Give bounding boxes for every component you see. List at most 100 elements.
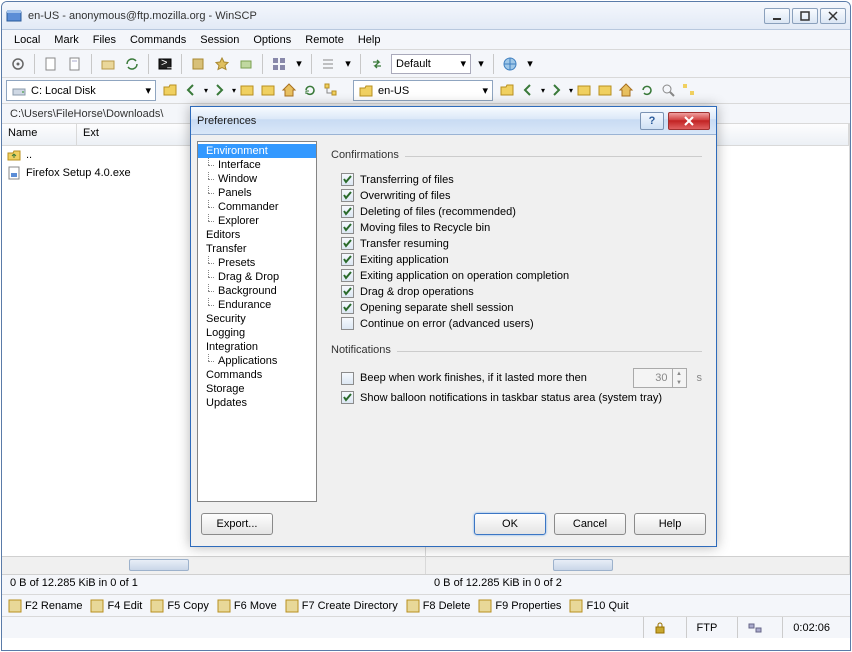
fkey-f4[interactable]: F4 Edit — [90, 599, 142, 613]
tree-editors[interactable]: Editors — [198, 228, 316, 242]
right-find-icon[interactable] — [660, 82, 678, 100]
menu-options[interactable]: Options — [247, 32, 297, 48]
confirm-checkbox[interactable] — [341, 173, 354, 186]
right-tree-icon[interactable] — [681, 82, 699, 100]
right-scrollbar[interactable] — [426, 556, 849, 574]
tree-background[interactable]: Background — [198, 284, 316, 298]
right-refresh-icon[interactable] — [639, 82, 657, 100]
fkey-f7[interactable]: F7 Create Directory — [285, 599, 398, 613]
fkey-f8[interactable]: F8 Delete — [406, 599, 471, 613]
export-button[interactable]: Export... — [201, 513, 273, 535]
confirm-checkbox[interactable] — [341, 205, 354, 218]
tb-tool1-icon[interactable] — [188, 54, 208, 74]
menu-files[interactable]: Files — [87, 32, 122, 48]
minimize-button[interactable] — [764, 8, 790, 24]
tree-integration[interactable]: Integration — [198, 340, 316, 354]
right-back-icon[interactable] — [520, 82, 538, 100]
fkey-f2[interactable]: F2 Rename — [8, 599, 82, 613]
menu-mark[interactable]: Mark — [48, 32, 84, 48]
dialog-help-button[interactable]: ? — [640, 112, 664, 130]
tree-updates[interactable]: Updates — [198, 396, 316, 410]
left-tree-icon[interactable] — [323, 82, 341, 100]
notify-checkbox[interactable] — [341, 372, 354, 385]
tree-applications[interactable]: Applications — [198, 354, 316, 368]
tree-environment[interactable]: Environment — [198, 144, 316, 158]
tb-globe-icon[interactable] — [500, 54, 520, 74]
confirm-checkbox[interactable] — [341, 301, 354, 314]
close-button[interactable] — [820, 8, 846, 24]
tb-grid1-drop[interactable]: ▾ — [293, 57, 305, 70]
right-open-icon[interactable] — [499, 82, 517, 100]
tree-transfer[interactable]: Transfer — [198, 242, 316, 256]
beep-seconds-spinner[interactable]: ▲▼ — [633, 368, 687, 388]
tree-explorer[interactable]: Explorer — [198, 214, 316, 228]
dialog-titlebar[interactable]: Preferences ? — [191, 107, 716, 135]
fkey-f6[interactable]: F6 Move — [217, 599, 277, 613]
right-folder1-icon[interactable] — [576, 82, 594, 100]
fkey-f10[interactable]: F10 Quit — [569, 599, 628, 613]
tb-transfer-icon[interactable] — [367, 54, 387, 74]
tree-panels[interactable]: Panels — [198, 186, 316, 200]
transfer-preset-drop[interactable]: ▾ — [475, 57, 487, 70]
tree-security[interactable]: Security — [198, 312, 316, 326]
tree-storage[interactable]: Storage — [198, 382, 316, 396]
help-button[interactable]: Help — [634, 513, 706, 535]
tree-logging[interactable]: Logging — [198, 326, 316, 340]
confirm-checkbox[interactable] — [341, 269, 354, 282]
right-fwd-icon[interactable] — [548, 82, 566, 100]
tree-window[interactable]: Window — [198, 172, 316, 186]
fkey-f5[interactable]: F5 Copy — [150, 599, 209, 613]
fkey-f9[interactable]: F9 Properties — [478, 599, 561, 613]
tb-globe-drop[interactable]: ▾ — [524, 57, 536, 70]
left-refresh-icon[interactable] — [302, 82, 320, 100]
left-folder2-icon[interactable] — [260, 82, 278, 100]
tree-endurance[interactable]: Endurance — [198, 298, 316, 312]
notify-checkbox[interactable] — [341, 391, 354, 404]
right-folder2-icon[interactable] — [597, 82, 615, 100]
left-folder1-icon[interactable] — [239, 82, 257, 100]
left-open-icon[interactable] — [162, 82, 180, 100]
left-scrollbar[interactable] — [2, 556, 425, 574]
maximize-button[interactable] — [792, 8, 818, 24]
right-drive-combo[interactable]: en-US ▾ — [353, 80, 493, 101]
tb-box-icon[interactable] — [98, 54, 118, 74]
left-fwd-icon[interactable] — [211, 82, 229, 100]
confirm-checkbox[interactable] — [341, 237, 354, 250]
tb-tool2-icon[interactable] — [212, 54, 232, 74]
left-home-icon[interactable] — [281, 82, 299, 100]
tb-sync-icon[interactable] — [122, 54, 142, 74]
menu-help[interactable]: Help — [352, 32, 387, 48]
ok-button[interactable]: OK — [474, 513, 546, 535]
tb-tool3-icon[interactable] — [236, 54, 256, 74]
cancel-button[interactable]: Cancel — [554, 513, 626, 535]
col-name[interactable]: Name — [2, 124, 77, 145]
tree-commander[interactable]: Commander — [198, 200, 316, 214]
menu-remote[interactable]: Remote — [299, 32, 350, 48]
tb-new-icon[interactable] — [8, 54, 28, 74]
beep-seconds-input[interactable] — [634, 372, 672, 384]
tree-presets[interactable]: Presets — [198, 256, 316, 270]
confirm-checkbox[interactable] — [341, 317, 354, 330]
transfer-preset-combo[interactable]: Default ▾ — [391, 54, 471, 74]
tb-grid1-icon[interactable] — [269, 54, 289, 74]
tree-commands[interactable]: Commands — [198, 368, 316, 382]
confirm-checkbox[interactable] — [341, 221, 354, 234]
dialog-close-button[interactable] — [668, 112, 710, 130]
left-drive-combo[interactable]: C: Local Disk ▾ — [6, 80, 156, 101]
menu-local[interactable]: Local — [8, 32, 46, 48]
tree-interface[interactable]: Interface — [198, 158, 316, 172]
right-home-icon[interactable] — [618, 82, 636, 100]
tb-doc2-icon[interactable] — [65, 54, 85, 74]
confirm-checkbox[interactable] — [341, 285, 354, 298]
tb-grid2-icon[interactable] — [318, 54, 338, 74]
menu-commands[interactable]: Commands — [124, 32, 192, 48]
tree-drag-drop[interactable]: Drag & Drop — [198, 270, 316, 284]
tb-grid2-drop[interactable]: ▾ — [342, 57, 354, 70]
tb-doc1-icon[interactable] — [41, 54, 61, 74]
preferences-tree[interactable]: EnvironmentInterfaceWindowPanelsCommande… — [197, 141, 317, 502]
tb-terminal-icon[interactable]: >_ — [155, 54, 175, 74]
confirm-checkbox[interactable] — [341, 253, 354, 266]
titlebar[interactable]: en-US - anonymous@ftp.mozilla.org - WinS… — [2, 2, 850, 30]
left-back-icon[interactable] — [183, 82, 201, 100]
confirm-checkbox[interactable] — [341, 189, 354, 202]
